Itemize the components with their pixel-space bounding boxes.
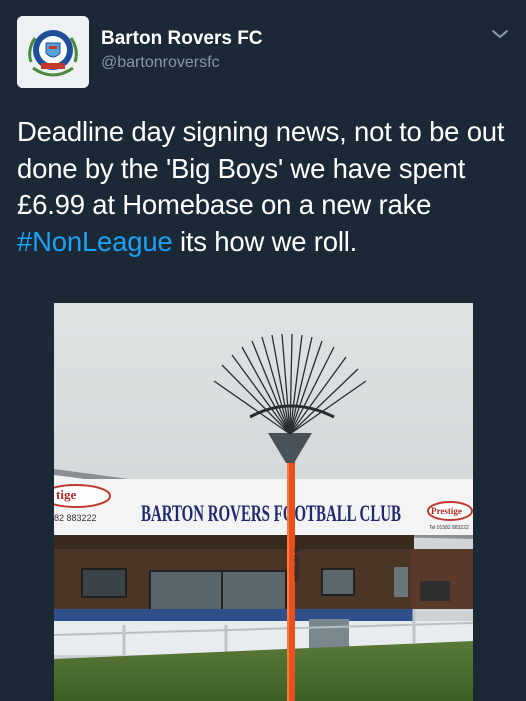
club-badge-icon [17,16,89,88]
left-sponsor-text: tige [56,487,76,502]
tweet-text: Deadline day signing news, not to be out… [17,114,512,260]
account-handle[interactable]: @bartonroversfc [101,54,220,72]
hashtag-link[interactable]: #NonLeague [17,226,173,257]
tweet-text-end: its how we roll. [172,225,358,257]
right-phone-text: Tel 01582 883222 [429,525,469,531]
chevron-down-icon[interactable] [491,28,509,40]
avatar[interactable] [17,16,89,88]
right-sponsor-text: Prestige [431,506,462,516]
tweet-text-start: Deadline day signing news, not to be out… [17,116,505,220]
stand-sign-text: BARTON ROVERS FOOTBALL CLUB [141,501,401,526]
tweet-photo[interactable]: tige 82 883222 BARTON ROVERS FOOTBALL CL… [54,303,473,701]
rake-brand-text: S-VEREIGN [292,548,298,581]
tweet-header: Barton Rovers FC @bartonroversfc [17,16,509,88]
account-name[interactable]: Barton Rovers FC [101,28,263,50]
stadium-rake-photo: tige 82 883222 BARTON ROVERS FOOTBALL CL… [54,303,473,701]
left-phone-text: 82 883222 [54,513,97,523]
